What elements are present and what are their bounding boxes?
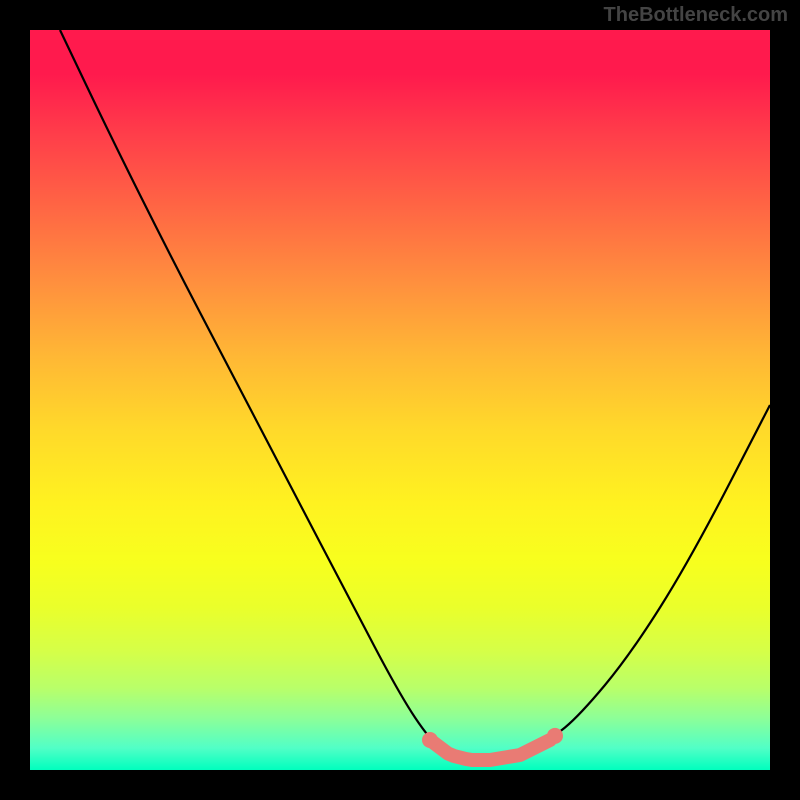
highlight-dot-end [547,728,563,744]
curve-highlight [430,740,550,760]
curve-line [60,30,770,760]
highlight-dot-start [422,732,438,748]
chart-svg [30,30,770,770]
plot [30,30,770,770]
watermark-text: TheBottleneck.com [604,4,788,27]
plot-area [30,30,770,770]
